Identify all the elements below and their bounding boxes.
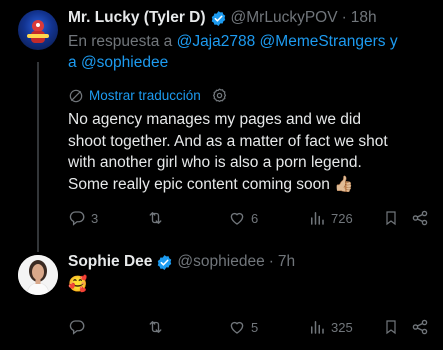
views-count: 325 (331, 319, 353, 335)
translate-globe-icon (68, 88, 84, 104)
like-count: 5 (251, 319, 259, 335)
reply-prefix: En respuesta a (68, 33, 173, 50)
avatar-image-mrlucky (27, 20, 49, 43)
reply-icon (68, 318, 86, 336)
reply-count: 3 (91, 210, 99, 226)
mention-link[interactable]: y (390, 33, 398, 50)
tweet-actions: 5 325 (68, 317, 443, 337)
tweet[interactable]: Mr. Lucky (Tyler D) @MrLuckyPOV · 18h En… (68, 8, 433, 195)
like-count: 6 (251, 210, 259, 226)
author-name[interactable]: Mr. Lucky (Tyler D) (68, 8, 206, 28)
timestamp[interactable]: 18h (351, 8, 377, 28)
body-line: No agency manages my pages and we did (68, 111, 361, 128)
reply-button[interactable] (68, 318, 91, 336)
reply-button[interactable]: 3 (68, 209, 98, 227)
reply-icon (68, 209, 86, 227)
views-count: 726 (331, 210, 353, 226)
separator-dot: · (268, 253, 274, 270)
like-icon (228, 209, 246, 227)
retweet-icon (146, 209, 165, 227)
bookmark-button[interactable] (383, 209, 399, 227)
tweet-actions: 3 6 726 (68, 208, 443, 228)
bookmark-icon (383, 209, 399, 227)
verified-badge-icon (210, 10, 227, 27)
tweet-body: No agency manages my pages and we did sh… (68, 109, 433, 195)
bookmark-icon (383, 318, 399, 336)
mention-link[interactable]: @MemeStrangers (260, 33, 386, 50)
thread-connector-line (37, 62, 39, 252)
tweet[interactable]: Sophie Dee @sophiedee · 7h 🥰 (68, 252, 433, 296)
share-icon (411, 209, 429, 227)
show-translation-link[interactable]: Mostrar traducción (89, 88, 201, 103)
gear-icon[interactable] (211, 87, 228, 104)
body-line-last: Some really epic content coming soon 👍🏼 (68, 174, 433, 196)
mention-link[interactable]: @sophiedee (81, 54, 168, 71)
bookmark-button[interactable] (383, 318, 399, 336)
views-icon (308, 209, 326, 227)
retweet-button[interactable] (146, 318, 170, 336)
share-button[interactable] (411, 318, 429, 336)
avatar[interactable] (18, 10, 58, 50)
tweet-header: Sophie Dee @sophiedee · 7h (68, 252, 433, 272)
thumbs-up-emoji: 👍🏼 (334, 175, 354, 193)
mention-link[interactable]: @Jaja2788 (177, 33, 256, 50)
avatar-image-sophiedee (18, 255, 58, 295)
tweet-header: Mr. Lucky (Tyler D) @MrLuckyPOV · 18h (68, 8, 433, 28)
views-button[interactable]: 726 (308, 209, 353, 227)
reply-context: En respuesta a @Jaja2788 @MemeStrangers … (68, 31, 433, 73)
mention-link[interactable]: a (68, 54, 77, 71)
body-line: Some really epic content coming soon (68, 175, 330, 193)
author-handle[interactable]: @MrLuckyPOV (231, 8, 338, 28)
views-button[interactable]: 325 (308, 318, 353, 336)
body-line: shoot together. And as a matter of fact … (68, 132, 388, 150)
author-name[interactable]: Sophie Dee (68, 252, 152, 272)
separator-dot: · (341, 9, 347, 26)
retweet-icon (146, 318, 165, 336)
avatar[interactable] (18, 255, 58, 295)
tweet-body: 🥰 (68, 274, 433, 296)
share-button[interactable] (411, 209, 429, 227)
verified-badge-icon (156, 254, 173, 271)
like-button[interactable]: 5 (228, 318, 258, 336)
body-line: with another girl who is also a porn leg… (68, 154, 362, 171)
like-icon (228, 318, 246, 336)
views-icon (308, 318, 326, 336)
like-button[interactable]: 6 (228, 209, 258, 227)
share-icon (411, 318, 429, 336)
smiling-hearts-emoji: 🥰 (68, 276, 88, 293)
author-handle[interactable]: @sophiedee (177, 252, 264, 272)
timestamp[interactable]: 7h (278, 252, 295, 272)
translate-row: Mostrar traducción (68, 87, 433, 104)
retweet-button[interactable] (146, 209, 170, 227)
